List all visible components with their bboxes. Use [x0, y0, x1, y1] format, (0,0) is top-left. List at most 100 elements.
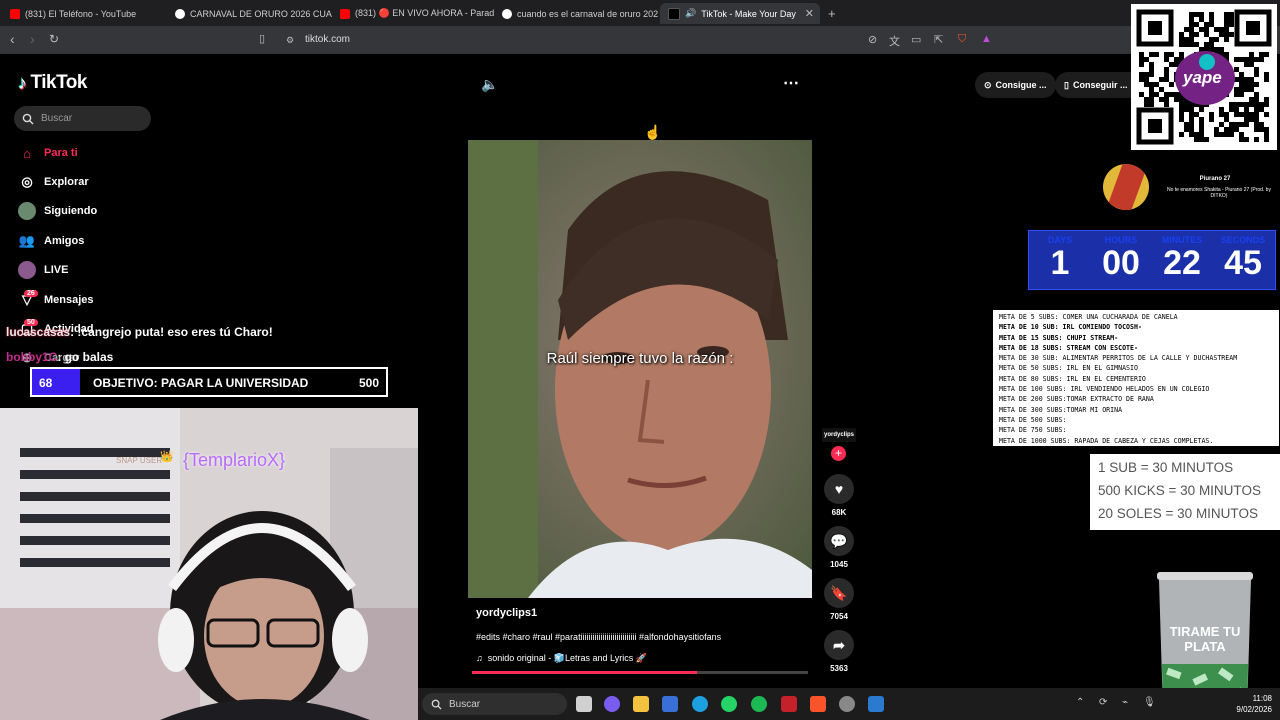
spotify-icon[interactable] — [751, 696, 767, 712]
search-input[interactable]: Buscar — [14, 106, 151, 131]
share-button[interactable]: ➦ 5363 — [822, 630, 856, 673]
nav-label: Explorar — [44, 176, 89, 188]
nav-label: Para ti — [44, 147, 78, 159]
url-field[interactable]: tiktok.com — [305, 34, 350, 45]
search-icon — [22, 113, 34, 124]
reload-icon[interactable]: ↻ — [49, 32, 59, 46]
get-coins-button[interactable]: ⊙ Consigue ... — [975, 72, 1056, 98]
video-progress-bar[interactable] — [472, 671, 808, 674]
edge-icon[interactable] — [692, 696, 708, 712]
rate-line: 1 SUB = 30 MINUTOS — [1098, 460, 1234, 475]
browser-tab[interactable]: cuando es el carnaval de oruro 2026 — [494, 3, 658, 24]
tray-chevron-icon[interactable]: ⌃ — [1076, 697, 1084, 708]
chat-message: bobby1C: go balas — [6, 350, 113, 364]
nav-item-para-ti[interactable]: ⌂ Para ti — [18, 144, 78, 162]
taskbar-search-label: Buscar — [449, 698, 481, 710]
video-sound[interactable]: ♫ sonido original - 🧊Letras and Lyrics 🚀 — [476, 653, 647, 664]
store-icon[interactable] — [662, 696, 678, 712]
rate-line: 500 KICKS = 30 MINUTOS — [1098, 483, 1261, 498]
close-tab-icon[interactable]: ✕ — [805, 7, 814, 20]
hand-cursor-icon: ☝ — [644, 124, 662, 140]
clock-time: 11:08 — [1252, 694, 1272, 703]
tab-title: TikTok - Make Your Day — [701, 8, 796, 19]
steam-icon[interactable] — [868, 696, 884, 712]
microphone-icon[interactable]: 🎙 — [1143, 697, 1156, 708]
friends-icon: 👥 — [18, 233, 36, 248]
brave-shield-icon[interactable]: ⛉ — [958, 33, 966, 46]
back-icon[interactable]: ‹ — [10, 31, 15, 47]
tray-app-icon[interactable]: ⟳ — [1099, 697, 1107, 708]
nav-label: LIVE — [44, 264, 69, 276]
search-icon — [431, 699, 442, 710]
now-playing-widget: Piurano 27 No te enamores Shakita - Piur… — [1103, 164, 1275, 214]
tiktok-logo[interactable]: ♪ TikTok — [18, 72, 87, 94]
live-avatar-icon — [18, 261, 36, 279]
translate-icon[interactable]: 文 — [889, 33, 900, 49]
goal-line: META DE 10 SUB: IRL COMIENDO TOCOSH- — [999, 323, 1142, 332]
reader-icon[interactable]: ⊘ — [868, 33, 877, 46]
nav-item-explorar[interactable]: ◎ Explorar — [18, 173, 89, 191]
video-player[interactable] — [468, 140, 812, 598]
site-info-icon[interactable]: ⚙ — [286, 35, 294, 46]
network-icon[interactable]: ⌁ — [1122, 697, 1128, 708]
nav-item-amigos[interactable]: 👥 Amigos — [18, 232, 84, 250]
nav-label: Amigos — [44, 235, 85, 247]
browser-tab-bar: (831) El Teléfono - YouTube CARNAVAL DE … — [0, 0, 1280, 26]
browser-tab[interactable]: (831) 🔴 EN VIVO AHORA - Parada y — [332, 3, 494, 24]
save-button[interactable]: 🔖 7054 — [822, 578, 856, 621]
comment-button[interactable]: 💬 1045 — [822, 526, 856, 569]
chat-user: bobby1C — [6, 350, 58, 364]
browser-tab-active[interactable]: 🔊 TikTok - Make Your Day ✕ — [660, 3, 820, 24]
comment-icon: 💬 — [824, 526, 854, 556]
get-coins-label: Consigue ... — [995, 80, 1047, 90]
whatsapp-icon[interactable] — [721, 696, 737, 712]
follow-plus-icon[interactable]: + — [831, 446, 846, 461]
file-explorer-icon[interactable] — [633, 696, 649, 712]
video-progress-fill — [472, 671, 698, 674]
goal-label: OBJETIVO: PAGAR LA UNIVERSIDAD — [93, 376, 309, 390]
task-view-icon[interactable] — [576, 696, 592, 712]
home-icon: ⌂ — [23, 145, 31, 161]
creator-avatar[interactable]: yordyclips — [822, 428, 856, 442]
timer-days: DAYS 1 — [1047, 235, 1073, 282]
copilot-icon[interactable] — [604, 696, 620, 712]
chat-text: : go balas — [57, 350, 114, 364]
music-note-icon: ♫ — [476, 653, 483, 663]
new-tab-button[interactable]: + — [822, 3, 846, 24]
like-button[interactable]: ♥ 68K — [822, 474, 856, 517]
video-hashtags[interactable]: #edits #charo #raul #paratiiiiiiiiiiiiii… — [476, 632, 721, 642]
youtube-icon — [340, 8, 350, 19]
app-icon[interactable] — [781, 696, 797, 712]
sound-label: sonido original - 🧊Letras and Lyrics 🚀 — [487, 653, 647, 663]
nav-label: Siguiendo — [44, 205, 98, 217]
brave-icon[interactable] — [810, 696, 826, 712]
compass-icon: ◎ — [21, 174, 33, 189]
taskbar: Buscar ⌃ ⟳ ⌁ 🎙 11:08 9/02/2026 — [418, 688, 1280, 720]
volume-icon[interactable]: 🔈 — [481, 76, 498, 93]
rewards-icon[interactable]: ▲ — [981, 33, 992, 45]
tab-title: cuando es el carnaval de oruro 2026 — [517, 8, 658, 19]
taskbar-clock[interactable]: 11:08 9/02/2026 — [1230, 693, 1272, 715]
forward-icon[interactable]: › — [30, 31, 35, 47]
nav-item-live[interactable]: LIVE — [18, 261, 68, 279]
heart-icon: ♥ — [824, 474, 854, 504]
cast-icon[interactable]: ▭ — [911, 33, 921, 46]
tip-jar-text: TIRAME TU PLATA — [1169, 624, 1241, 654]
video-author[interactable]: yordyclips1 — [476, 607, 537, 619]
taskbar-search[interactable]: Buscar — [422, 693, 567, 715]
timer-minutes: MINUTES 22 — [1161, 235, 1203, 282]
browser-tab[interactable]: (831) El Teléfono - YouTube — [2, 3, 167, 24]
goal-line: META DE 200 SUBS:TOMAR EXTRACTO DE RANA — [999, 395, 1154, 404]
clock-date: 9/02/2026 — [1236, 705, 1272, 714]
goal-line: META DE 18 SUBS: STREAM CON ESCOTE- — [999, 343, 1138, 352]
obs-icon[interactable] — [839, 696, 855, 712]
nav-item-siguiendo[interactable]: Siguiendo — [18, 202, 97, 220]
share-icon[interactable]: ⇱ — [934, 33, 943, 46]
more-options-icon[interactable]: ⋯ — [783, 73, 799, 93]
goal-line: META DE 750 SUBS: — [999, 426, 1067, 435]
get-app-button[interactable]: ▯ Conseguir ... — [1055, 72, 1137, 98]
browser-tab[interactable]: CARNAVAL DE ORURO 2026 CUANDO — [167, 3, 332, 24]
bookmark-icon[interactable]: ▯ — [259, 32, 265, 45]
video-caption: Raúl siempre tuvo la razón : — [546, 350, 734, 367]
timer-hours: HOURS 00 — [1102, 235, 1140, 282]
